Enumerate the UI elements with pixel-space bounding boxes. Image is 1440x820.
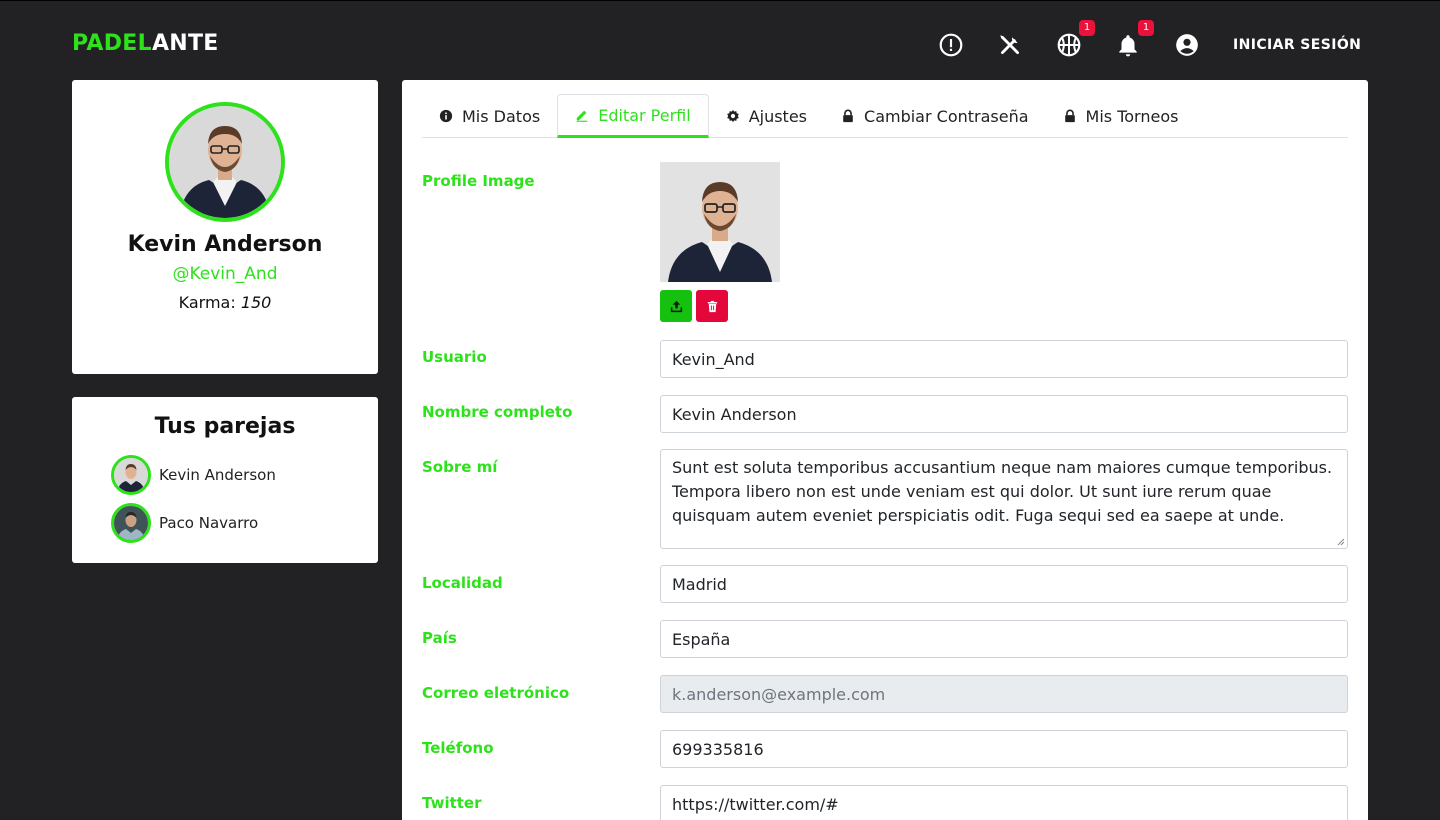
tabs-bar: Mis Datos Editar Perfil Ajustes Cambiar … <box>422 94 1348 138</box>
localidad-label: Localidad <box>422 574 503 592</box>
profile-handle: @Kevin_And <box>172 264 278 284</box>
delete-image-button[interactable] <box>696 290 728 322</box>
karma-value: 150 <box>240 293 272 312</box>
localidad-input[interactable]: Madrid <box>660 565 1348 603</box>
telefono-label: Teléfono <box>422 739 494 757</box>
tab-label: Ajustes <box>748 106 808 126</box>
brand-part-1: PADEL <box>72 31 152 56</box>
pais-label: País <box>422 629 457 647</box>
basketball-badge: 1 <box>1079 20 1095 36</box>
tab-label: Editar Perfil <box>598 105 691 125</box>
karma-label: Karma: <box>178 293 236 312</box>
tab-label: Mis Datos <box>462 106 541 126</box>
correo-input: k.anderson@example.com <box>660 675 1348 713</box>
correo-label: Correo eletrónico <box>422 684 570 702</box>
edit-profile-panel: Mis Datos Editar Perfil Ajustes Cambiar … <box>402 80 1368 820</box>
partners-card: Tus parejas Kevin Anderson Paco Navarro <box>72 397 378 563</box>
telefono-input[interactable]: 699335816 <box>660 730 1348 768</box>
upload-icon <box>670 300 682 312</box>
sobre-textarea[interactable]: Sunt est soluta temporibus accusantium n… <box>660 449 1348 549</box>
partner-item[interactable]: Kevin Anderson <box>111 455 276 495</box>
usuario-input[interactable]: Kevin_And <box>660 340 1348 378</box>
twitter-input[interactable]: https://twitter.com/# <box>660 785 1348 820</box>
resize-grip-icon[interactable] <box>1337 538 1345 546</box>
partner-name: Kevin Anderson <box>159 466 276 484</box>
tab-mis-torneos[interactable]: Mis Torneos <box>1046 94 1196 138</box>
partner-avatar <box>111 455 151 495</box>
twitter-label: Twitter <box>422 794 482 812</box>
gear-icon <box>726 109 739 123</box>
pencil-icon <box>576 110 588 122</box>
profile-name: Kevin Anderson <box>127 232 323 257</box>
tab-label: Cambiar Contraseña <box>864 106 1029 126</box>
bell-badge: 1 <box>1138 20 1154 36</box>
login-link[interactable]: INICIAR SESIÓN <box>1233 37 1361 53</box>
brand-logo[interactable]: PADELANTE <box>72 31 219 56</box>
sobre-label: Sobre mí <box>422 458 498 476</box>
top-border <box>0 0 1440 1</box>
nombre-input[interactable]: Kevin Anderson <box>660 395 1348 433</box>
upload-image-button[interactable] <box>660 290 692 322</box>
profile-image <box>660 162 780 282</box>
profile-image-label: Profile Image <box>422 172 535 190</box>
tools-icon[interactable] <box>996 31 1024 59</box>
info-icon <box>439 109 453 123</box>
lock-icon <box>843 109 853 123</box>
tab-label: Mis Torneos <box>1085 106 1179 126</box>
tab-editar-perfil[interactable]: Editar Perfil <box>557 94 709 138</box>
sobre-text: Sunt est soluta temporibus accusantium n… <box>672 458 1333 525</box>
pais-input[interactable]: España <box>660 620 1348 658</box>
tab-cambiar-contrasena[interactable]: Cambiar Contraseña <box>824 94 1046 138</box>
lock-icon <box>1064 109 1075 123</box>
partner-item[interactable]: Paco Navarro <box>111 503 258 543</box>
bell-icon[interactable]: 1 <box>1114 20 1154 59</box>
tab-mis-datos[interactable]: Mis Datos <box>422 94 557 138</box>
trash-icon <box>707 300 717 312</box>
profile-karma: Karma: 150 <box>72 293 378 312</box>
tab-ajustes[interactable]: Ajustes <box>709 94 824 138</box>
brand-part-2: ANTE <box>151 31 219 56</box>
partner-avatar <box>111 503 151 543</box>
nombre-label: Nombre completo <box>422 403 573 421</box>
usuario-label: Usuario <box>422 348 487 366</box>
alert-circle-icon[interactable] <box>937 31 965 59</box>
avatar <box>165 102 285 222</box>
profile-card: Kevin Anderson @Kevin_And Karma: 150 <box>72 80 378 374</box>
partners-title: Tus parejas <box>154 414 296 439</box>
basketball-icon[interactable]: 1 <box>1055 20 1095 59</box>
account-circle-icon[interactable] <box>1173 31 1201 59</box>
partner-name: Paco Navarro <box>159 514 259 532</box>
